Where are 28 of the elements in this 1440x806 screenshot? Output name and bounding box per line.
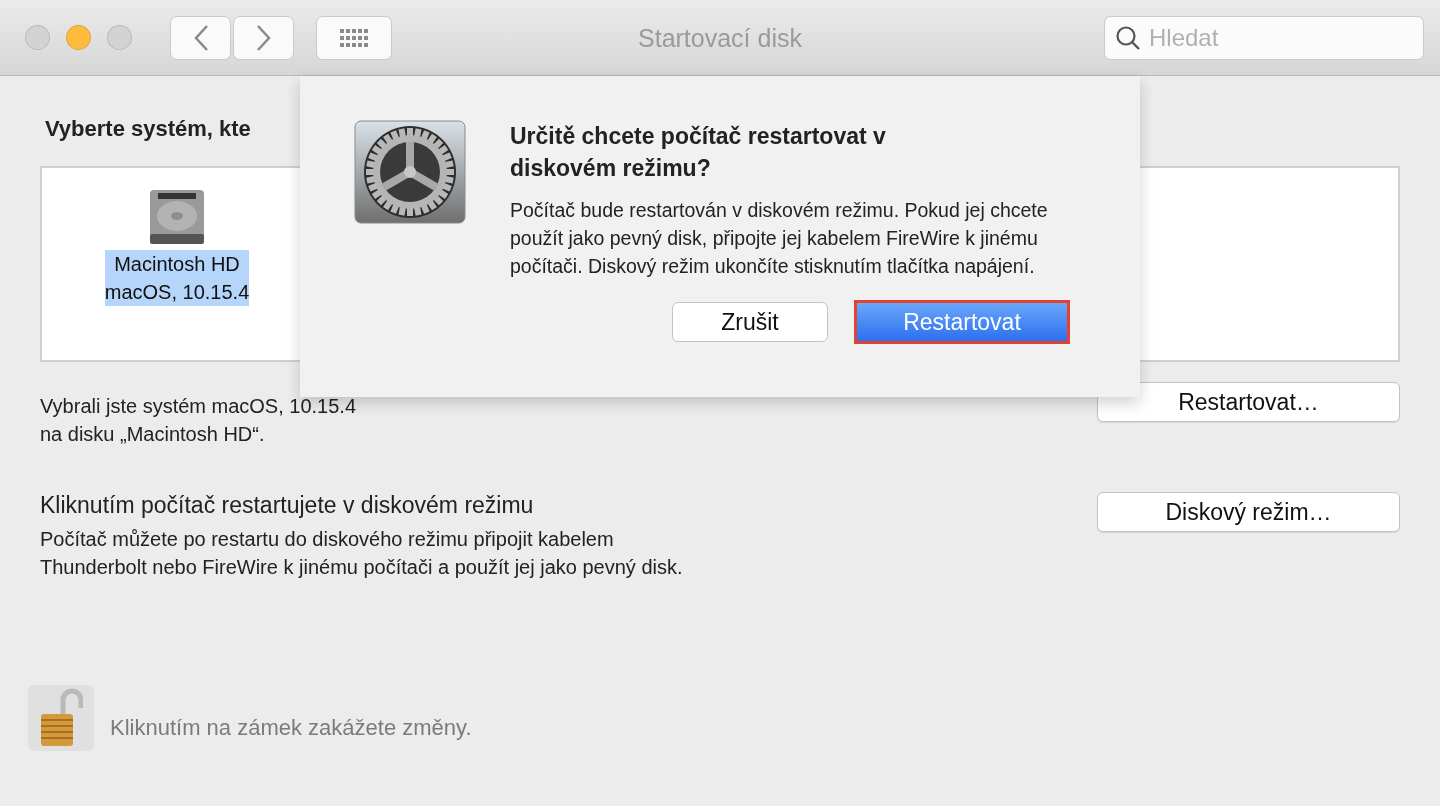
chevron-left-icon (192, 23, 209, 52)
forward-button[interactable] (233, 15, 294, 60)
alert-title: Určitě chcete počítač restartovat v diskovém režimu? (510, 122, 887, 183)
gear-icon (354, 120, 466, 224)
chevron-right-icon (255, 23, 272, 52)
disk-mode-description: Počítač můžete po restartu do diskového režimu připojit kabelem Thunderbolt nebo FireWire k jinému počítači a použít jej jako pevný disk. (40, 527, 683, 580)
lock-hint: Kliknutím na zámek zakážete změny. (110, 715, 472, 741)
alert-message: Počítač bude restartován v diskovém režimu. Pokud jej chcete použít jako pevný disk, připojte jej kabelem FireWire k jinému počítači. Diskový režim ukončíte stisknutím tlačítka napájení. (510, 198, 1049, 279)
show-all-button[interactable] (316, 15, 392, 60)
close-window-button[interactable] (25, 25, 50, 50)
open-padlock-icon (39, 688, 83, 748)
section-heading: Vyberte systém, kte (45, 116, 251, 143)
lock-button[interactable] (28, 685, 94, 751)
search-field[interactable]: Hledat (1104, 15, 1424, 60)
restart-button[interactable]: Restartovat… (1097, 382, 1400, 422)
search-input[interactable]: Hledat (1149, 17, 1413, 58)
search-icon (1115, 24, 1141, 51)
back-button[interactable] (170, 15, 231, 60)
disk-mode-button[interactable]: Diskový režim… (1097, 492, 1400, 532)
disk-label[interactable]: Macintosh HD macOS, 10.15.4 (104, 250, 250, 306)
window-title: Startovací disk (638, 23, 802, 53)
hard-drive-icon (148, 188, 206, 246)
disk-mode-title: Kliknutím počítač restartujete v diskovém režimu (40, 492, 535, 519)
selection-info: Vybrali jste systém macOS, 10.15.4 na disku „Macintosh HD“. (40, 394, 357, 447)
minimize-window-button[interactable] (66, 25, 91, 50)
cancel-button[interactable]: Zrušit (672, 302, 828, 342)
grid-icon (339, 27, 369, 48)
zoom-window-button[interactable] (107, 25, 132, 50)
